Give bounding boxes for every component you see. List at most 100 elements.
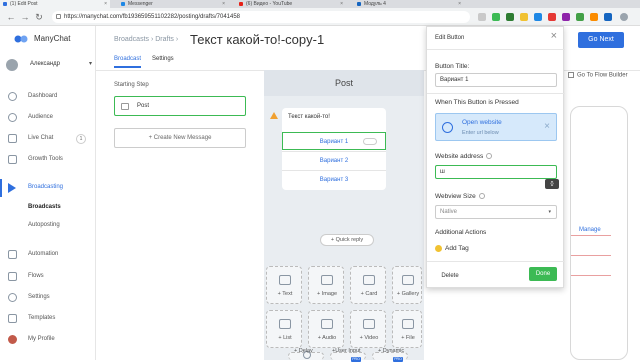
bookmark-icon[interactable] (478, 13, 486, 21)
extension-icon[interactable] (520, 13, 528, 21)
additional-actions-label: Additional Actions (435, 229, 487, 236)
add-card-block[interactable]: + Card (350, 266, 386, 304)
info-icon[interactable] (486, 153, 493, 160)
message-text[interactable]: Текст какой-то! (288, 114, 330, 120)
webview-size-select[interactable]: Native ▾ (435, 205, 557, 219)
chat-icon (8, 134, 17, 143)
message-button-1[interactable]: Вариант 1 (282, 132, 386, 150)
link-icon (363, 138, 377, 145)
brand-name: ManyChat (34, 34, 71, 43)
website-address-input[interactable]: ш (435, 165, 557, 179)
open-website-action[interactable]: Open website Enter url below × (435, 113, 557, 141)
browser-tab-messenger[interactable]: Messenger × (118, 0, 228, 8)
add-tag-label: Add Tag (445, 245, 469, 253)
extension-icon[interactable] (562, 13, 570, 21)
sidebar-subitem-broadcasts[interactable]: Broadcasts (28, 204, 61, 210)
extension-icon[interactable] (576, 13, 584, 21)
add-list-block[interactable]: + List (266, 310, 302, 348)
messenger-favicon-icon (121, 2, 125, 6)
add-video-block[interactable]: + Video (350, 310, 386, 348)
browser-tab-edit-post[interactable]: (1) Edit Post × (0, 0, 110, 8)
growth-tools-icon (8, 155, 17, 164)
remove-action-icon[interactable]: × (544, 121, 550, 132)
variables-button[interactable]: {} (545, 179, 559, 189)
tab-broadcast[interactable]: Broadcast (114, 56, 142, 68)
add-tag-button[interactable]: Add Tag (435, 245, 469, 252)
message-button-2[interactable]: Вариант 2 (282, 151, 386, 169)
extension-icon[interactable] (604, 13, 612, 21)
reload-icon[interactable]: ↻ (34, 12, 44, 22)
url-field[interactable]: https://manychat.com/fb193659551102282/p… (52, 11, 470, 23)
button-title-input[interactable]: Вариант 1 (435, 73, 557, 87)
close-icon[interactable]: × (458, 0, 461, 8)
add-file-block[interactable]: + File (392, 310, 422, 348)
sidebar-item-templates[interactable]: Templates (0, 310, 96, 328)
text-message-card[interactable]: Текст какой-то! Вариант 1 Вариант 2 Вари… (282, 108, 386, 190)
globe-icon (442, 122, 453, 133)
sidebar-item-audience[interactable]: Audience (0, 109, 96, 127)
block-label: + Audio (317, 335, 337, 341)
module-favicon-icon (357, 2, 361, 6)
browser-tab-module[interactable]: Модуль 4 × (354, 0, 464, 8)
tab-title: (1) Edit Post (10, 1, 38, 7)
preview-line (571, 255, 611, 256)
gallery-icon (402, 275, 414, 285)
sidebar-item-growth-tools[interactable]: Growth Tools (0, 151, 96, 169)
manychat-logo-icon (14, 35, 28, 43)
automation-icon (8, 250, 17, 259)
avatar (6, 59, 18, 71)
add-audio-block[interactable]: + Audio (308, 310, 344, 348)
sidebar-item-dashboard[interactable]: Dashboard (0, 88, 96, 106)
close-icon[interactable]: × (551, 30, 557, 42)
extension-evernote-icon[interactable] (492, 13, 500, 21)
card-icon (363, 275, 375, 285)
add-gallery-block[interactable]: + Gallery (392, 266, 422, 304)
close-icon[interactable]: × (340, 0, 343, 8)
sidebar-item-settings[interactable]: Settings (0, 289, 96, 307)
message-button-3[interactable]: Вариант 3 (282, 170, 386, 188)
sidebar-item-my-profile[interactable]: My Profile (0, 331, 96, 349)
video-icon (363, 319, 375, 329)
sidebar-item-label: Audience (28, 114, 54, 120)
website-address-label: Website address (435, 153, 493, 160)
done-button[interactable]: Done (529, 267, 557, 281)
info-icon[interactable] (478, 193, 485, 200)
block-label: + List (278, 335, 292, 341)
tab-title: Messenger (128, 1, 153, 7)
extension-sheets-icon[interactable] (506, 13, 514, 21)
folder-icon (8, 272, 17, 281)
block-label: + File (401, 335, 415, 341)
account-switcher[interactable]: Александр ▾ (6, 59, 92, 71)
lock-icon (56, 14, 61, 19)
close-icon[interactable]: × (104, 0, 107, 8)
close-icon[interactable]: × (222, 0, 225, 8)
go-to-flow-builder-link[interactable]: Go To Flow Builder (568, 72, 628, 79)
sidebar-item-automation[interactable]: Automation (0, 246, 96, 264)
sidebar-subitem-autoposting[interactable]: Autoposting (28, 222, 60, 228)
sidebar-item-flows[interactable]: Flows (0, 268, 96, 286)
page-title[interactable]: Текст какой-то!-copy-1 (190, 32, 324, 47)
breadcrumb[interactable]: Broadcasts › Drafts › (114, 36, 178, 43)
extension-icon[interactable] (590, 13, 598, 21)
text-icon (279, 275, 291, 285)
manage-link[interactable]: Manage (579, 227, 601, 233)
create-new-message-button[interactable]: + Create New Message (114, 128, 246, 148)
phone-preview: Manage (570, 106, 628, 360)
delete-button[interactable]: Delete (435, 269, 465, 283)
extension-icon[interactable] (548, 13, 556, 21)
post-step-card[interactable]: Post (114, 96, 246, 116)
profile-avatar-icon[interactable] (620, 13, 628, 21)
sidebar-item-live-chat[interactable]: Live Chat 1 (0, 130, 96, 148)
back-icon[interactable]: ← (6, 12, 16, 22)
forward-icon[interactable]: → (20, 12, 30, 22)
add-text-block[interactable]: + Text (266, 266, 302, 304)
browser-tab-youtube[interactable]: (6) Видео - YouTube × (236, 0, 346, 8)
webview-size-value: Native (440, 209, 458, 215)
sidebar-item-broadcasting[interactable]: Broadcasting (0, 179, 96, 197)
add-image-block[interactable]: + Image (308, 266, 344, 304)
extension-icon[interactable] (534, 13, 542, 21)
sidebar-item-label: Settings (28, 294, 50, 300)
quick-reply-button[interactable]: + Quick reply (320, 234, 374, 246)
tab-settings[interactable]: Settings (152, 56, 174, 62)
action-subtitle: Enter url below (462, 130, 499, 136)
